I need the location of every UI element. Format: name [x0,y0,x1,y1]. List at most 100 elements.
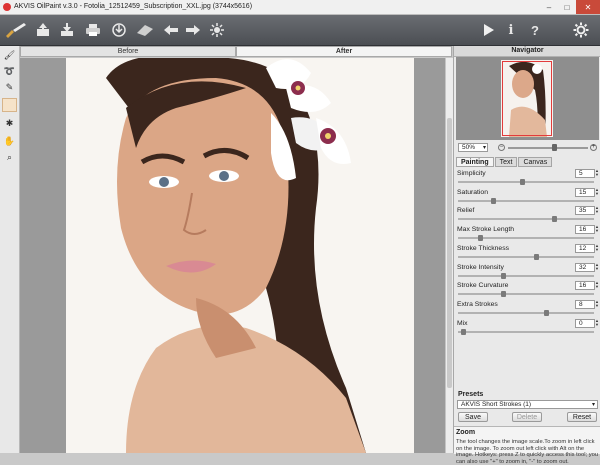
save-file-icon[interactable] [58,21,76,39]
print-icon[interactable] [84,21,102,39]
param-spinner[interactable]: ▲ ▼ [595,281,599,290]
param-slider[interactable] [458,330,594,333]
zoom-slider-knob[interactable] [552,144,557,151]
run-processing-icon[interactable] [208,21,226,39]
param-row: Stroke Curvature 16 ▲ ▼ [456,281,599,299]
close-button[interactable]: ✕ [576,0,600,14]
param-spinner[interactable]: ▲ ▼ [595,169,599,178]
param-slider-knob[interactable] [501,291,507,298]
erase-icon[interactable] [134,21,156,39]
scrollbar-thumb[interactable] [447,118,452,388]
reset-preset-button[interactable]: Reset [567,412,597,422]
delete-preset-button[interactable]: Delete [512,412,542,422]
param-spinner[interactable]: ▲ ▼ [595,225,599,234]
help-title: Zoom [456,429,476,436]
help-panel: Zoom The tool changes the image scale.To… [454,426,600,465]
navigator-title: Navigator [454,46,600,57]
brush-logo-icon [4,21,28,39]
param-value-field[interactable]: 32 [575,262,595,272]
open-file-icon[interactable] [34,21,52,39]
direction-tool-icon[interactable]: ➰ [2,64,17,78]
zoom-in-button[interactable]: + [590,144,597,151]
info-icon[interactable]: i [502,21,520,39]
title-bar: AKVIS OilPaint v.3.0 - Fotolia_12512459_… [0,0,600,15]
zoom-row: 50% − + [456,143,599,153]
param-slider[interactable] [458,181,594,183]
navigator-frame[interactable] [502,61,552,136]
start-icon[interactable] [480,21,498,39]
param-value-field[interactable]: 8 [575,299,595,309]
window-title: AKVIS OilPaint v.3.0 - Fotolia_12512459_… [14,3,253,10]
tab-after[interactable]: After [236,46,452,57]
tab-painting[interactable]: Painting [456,157,494,167]
main-toolbar: i ? [0,15,600,46]
param-slider-knob[interactable] [519,179,525,185]
settings-tabs: Painting Text Canvas [456,157,553,167]
settings-icon[interactable] [572,21,590,39]
presets-title: Presets [458,391,484,398]
param-slider[interactable] [458,199,594,202]
param-spinner[interactable]: ▲ ▼ [595,206,599,215]
param-label: Stroke Thickness [457,244,510,252]
tab-text[interactable]: Text [494,157,518,167]
param-value-field[interactable]: 0 [575,318,595,328]
param-value-field[interactable]: 16 [575,225,595,235]
param-slider-knob[interactable] [552,216,558,223]
eraser-tool-icon[interactable]: ✎ [2,80,17,94]
param-slider[interactable] [458,274,594,277]
param-spinner[interactable]: ▲ ▼ [595,262,599,272]
portrait-image[interactable] [66,58,414,453]
share-icon[interactable] [110,21,128,39]
navigator-view[interactable] [456,57,599,140]
blank-tool-icon[interactable] [2,98,17,112]
zoom-out-button[interactable]: − [498,144,505,151]
param-slider[interactable] [458,218,594,221]
param-label: Extra Strokes [457,300,498,308]
redo-icon[interactable] [184,21,202,39]
param-label: Max Stroke Length [457,226,515,234]
param-value-field[interactable]: 12 [575,243,595,253]
help-icon[interactable]: ? [526,21,544,39]
param-slider-knob[interactable] [501,272,507,279]
zoom-slider[interactable] [508,147,588,149]
param-spinner[interactable]: ▲ ▼ [595,187,599,197]
zoom-select[interactable]: 50% [458,143,488,152]
param-row: Extra Strokes 8 ▲ ▼ [456,299,599,318]
param-slider-knob[interactable] [544,309,550,316]
param-row: Max Stroke Length 16 ▲ ▼ [456,225,599,243]
param-slider[interactable] [458,255,594,258]
save-preset-button[interactable]: Save [458,412,488,422]
param-label: Saturation [457,188,488,196]
param-slider-knob[interactable] [477,235,483,242]
param-spinner[interactable]: ▲ ▼ [595,243,599,253]
param-slider-knob[interactable] [460,328,466,335]
magic-tool-icon[interactable]: ✱ [2,116,17,130]
image-canvas[interactable] [20,58,445,453]
presets-select[interactable]: AKVIS Short Strokes (1) [457,400,598,409]
minimize-button[interactable]: – [540,0,558,14]
tab-canvas[interactable]: Canvas [518,157,553,167]
param-value-field[interactable]: 16 [575,281,595,291]
window-controls: – □ ✕ [540,0,600,14]
param-slider[interactable] [458,293,594,296]
param-spinner[interactable]: ▲ ▼ [595,299,599,309]
param-slider[interactable] [458,311,594,314]
brush-tool-icon[interactable]: 🖌 [2,48,17,62]
param-slider-knob[interactable] [490,197,496,204]
param-row: Stroke Intensity 32 ▲ ▼ [456,262,599,281]
param-spinner[interactable]: ▲ ▼ [595,318,599,328]
param-slider-knob[interactable] [533,253,539,260]
param-row: Saturation 15 ▲ ▼ [456,187,599,206]
param-value-field[interactable]: 35 [575,206,595,216]
settings-panel: Navigator 50% − + Painting Text Canvas S… [453,46,600,465]
hand-tool-icon[interactable]: ✋ [2,134,17,148]
help-text: The tool changes the image scale.To zoom… [456,439,599,465]
tab-before[interactable]: Before [20,46,236,57]
undo-icon[interactable] [162,21,180,39]
maximize-button[interactable]: □ [558,0,576,14]
param-row: Relief 35 ▲ ▼ [456,206,599,224]
vertical-scrollbar[interactable] [445,58,453,453]
zoom-tool-icon[interactable]: ⌕ [2,150,17,164]
param-value-field[interactable]: 15 [575,187,595,197]
param-value-field[interactable]: 5 [575,169,595,178]
